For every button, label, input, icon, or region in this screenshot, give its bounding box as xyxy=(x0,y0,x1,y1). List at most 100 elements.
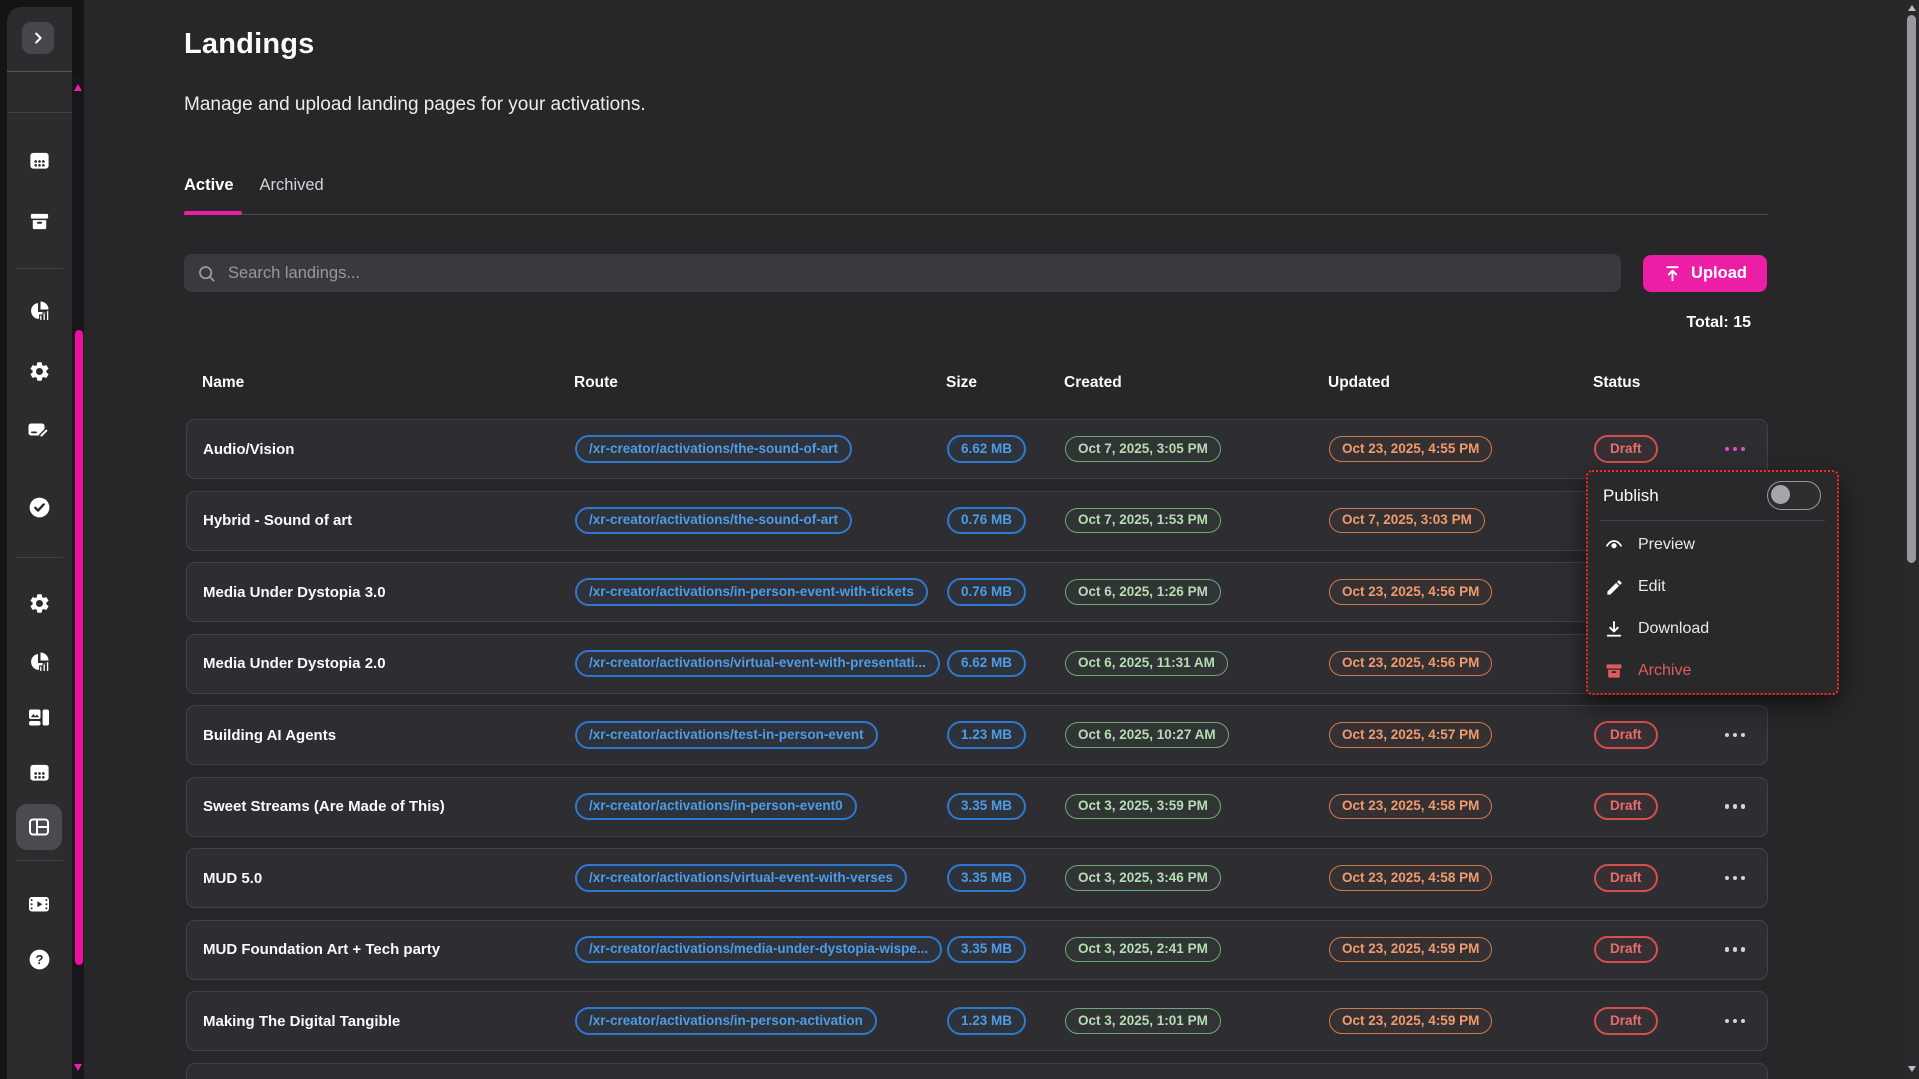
upload-button[interactable]: Upload xyxy=(1643,255,1767,292)
menu-divider xyxy=(1600,520,1825,521)
size-badge: 0.76 MB xyxy=(947,578,1026,606)
sidebar-divider xyxy=(7,112,72,113)
tab-archived[interactable]: Archived xyxy=(260,176,324,195)
sidebar-item-analytics[interactable] xyxy=(21,293,57,329)
size-badge: 3.35 MB xyxy=(947,864,1026,892)
chevron-right-icon xyxy=(29,29,47,47)
landing-name: Hybrid - Sound of art xyxy=(203,512,575,529)
route-badge: /xr-creator/activations/media-under-dyst… xyxy=(575,936,942,964)
row-actions-button[interactable] xyxy=(1723,1013,1748,1030)
row-actions-button[interactable] xyxy=(1723,441,1748,458)
row-actions-button[interactable] xyxy=(1723,870,1748,887)
updated-badge: Oct 23, 2025, 4:55 PM xyxy=(1329,436,1492,462)
table-body: Audio/Vision /xr-creator/activations/the… xyxy=(186,419,1768,1051)
sidebar-expand-button[interactable] xyxy=(22,22,54,54)
created-badge: Oct 6, 2025, 11:31 AM xyxy=(1065,651,1228,677)
main-content: Landings Manage and upload landing pages… xyxy=(84,0,1904,1079)
landing-name: Media Under Dystopia 2.0 xyxy=(203,655,575,672)
sidebar-item-videos[interactable] xyxy=(21,886,57,922)
sidebar-divider xyxy=(16,557,63,558)
sidebar-divider xyxy=(7,71,72,72)
upload-arrow-icon xyxy=(1663,264,1682,283)
table-row: Making The Digital Tangible /xr-creator/… xyxy=(186,991,1768,1051)
column-header-name: Name xyxy=(202,374,574,392)
total-count: Total: 15 xyxy=(1686,314,1751,332)
calendar-grid-icon xyxy=(28,149,51,172)
page-scrollbar-track[interactable] xyxy=(1904,0,1919,1079)
row-actions-button[interactable] xyxy=(1723,941,1748,958)
landing-name: MUD Foundation Art + Tech party xyxy=(203,941,575,958)
sidebar-item-help[interactable]: ? xyxy=(21,941,57,977)
menu-publish-row: Publish xyxy=(1588,472,1837,519)
menu-item-edit[interactable]: Edit xyxy=(1588,566,1837,608)
size-badge: 6.62 MB xyxy=(947,435,1026,463)
publish-label: Publish xyxy=(1603,486,1659,506)
sidebar-scroll-down-arrow-icon[interactable] xyxy=(74,1064,82,1071)
sidebar-item-settings-2[interactable] xyxy=(21,585,57,621)
sidebar-item-media[interactable] xyxy=(21,699,57,735)
menu-item-label: Edit xyxy=(1638,578,1666,596)
table-row-partial xyxy=(186,1063,1768,1079)
pie-chart-icon xyxy=(27,650,51,674)
table-row: Building AI Agents /xr-creator/activatio… xyxy=(186,705,1768,765)
sidebar-item-calendar[interactable] xyxy=(21,142,57,178)
route-badge: /xr-creator/activations/in-person-event0 xyxy=(575,793,857,821)
search-icon xyxy=(196,263,217,284)
eye-icon xyxy=(1604,535,1624,555)
download-icon xyxy=(1604,619,1624,639)
menu-item-archive[interactable]: Archive xyxy=(1588,650,1837,692)
sidebar-item-calendar-2[interactable] xyxy=(21,754,57,790)
updated-badge: Oct 23, 2025, 4:56 PM xyxy=(1329,651,1492,677)
page-title: Landings xyxy=(184,28,315,61)
media-gallery-icon xyxy=(27,705,51,729)
created-badge: Oct 6, 2025, 1:26 PM xyxy=(1065,579,1221,605)
route-badge: /xr-creator/activations/virtual-event-wi… xyxy=(575,864,907,892)
tab-active[interactable]: Active xyxy=(184,176,234,195)
archive-box-icon xyxy=(28,210,51,233)
menu-item-preview[interactable]: Preview xyxy=(1588,524,1837,566)
menu-item-download[interactable]: Download xyxy=(1588,608,1837,650)
sidebar: ? xyxy=(7,7,72,1079)
sidebar-item-card-edit[interactable] xyxy=(21,412,57,448)
sidebar-scrollbar-thumb[interactable] xyxy=(75,330,83,965)
size-badge: 0.76 MB xyxy=(947,507,1026,535)
route-badge: /xr-creator/activations/in-person-event-… xyxy=(575,578,928,606)
column-header-updated: Updated xyxy=(1328,374,1593,392)
page-scrollbar-thumb[interactable] xyxy=(1907,15,1916,563)
sidebar-divider xyxy=(16,860,63,861)
table-row: MUD Foundation Art + Tech party /xr-crea… xyxy=(186,920,1768,980)
menu-item-label: Download xyxy=(1638,620,1709,638)
size-badge: 1.23 MB xyxy=(947,1007,1026,1035)
page-scroll-up-arrow-icon[interactable] xyxy=(1908,5,1916,11)
sidebar-item-settings[interactable] xyxy=(21,353,57,389)
gear-icon xyxy=(28,592,51,615)
created-badge: Oct 3, 2025, 3:46 PM xyxy=(1065,865,1221,891)
page-scroll-down-arrow-icon[interactable] xyxy=(1908,1066,1916,1072)
sidebar-item-archive[interactable] xyxy=(21,203,57,239)
updated-badge: Oct 7, 2025, 3:03 PM xyxy=(1329,508,1485,534)
route-badge: /xr-creator/activations/test-in-person-e… xyxy=(575,721,878,749)
sidebar-item-landings[interactable] xyxy=(16,804,62,850)
created-badge: Oct 3, 2025, 2:41 PM xyxy=(1065,937,1221,963)
toggle-knob xyxy=(1771,485,1790,504)
landing-name: MUD 5.0 xyxy=(203,870,575,887)
gear-icon xyxy=(28,360,51,383)
card-edit-icon xyxy=(27,418,51,442)
app-window: Landings Manage and upload landing pages… xyxy=(0,0,1919,1079)
publish-toggle[interactable] xyxy=(1767,481,1821,510)
column-header-route: Route xyxy=(574,374,946,392)
search-input[interactable] xyxy=(226,263,1609,284)
sidebar-item-check[interactable] xyxy=(21,489,57,525)
landing-name: Audio/Vision xyxy=(203,441,575,458)
route-badge: /xr-creator/activations/in-person-activa… xyxy=(575,1007,877,1035)
sidebar-item-analytics-2[interactable] xyxy=(21,644,57,680)
column-header-created: Created xyxy=(1064,374,1328,392)
menu-item-label: Archive xyxy=(1638,662,1691,680)
row-actions-button[interactable] xyxy=(1723,798,1748,815)
menu-item-label: Preview xyxy=(1638,536,1695,554)
sidebar-scroll-up-arrow-icon[interactable] xyxy=(74,84,82,91)
row-actions-button[interactable] xyxy=(1723,727,1748,744)
table-row: Audio/Vision /xr-creator/activations/the… xyxy=(186,419,1768,479)
updated-badge: Oct 23, 2025, 4:58 PM xyxy=(1329,794,1492,820)
row-context-menu: Publish Preview Edit Download xyxy=(1586,470,1839,695)
